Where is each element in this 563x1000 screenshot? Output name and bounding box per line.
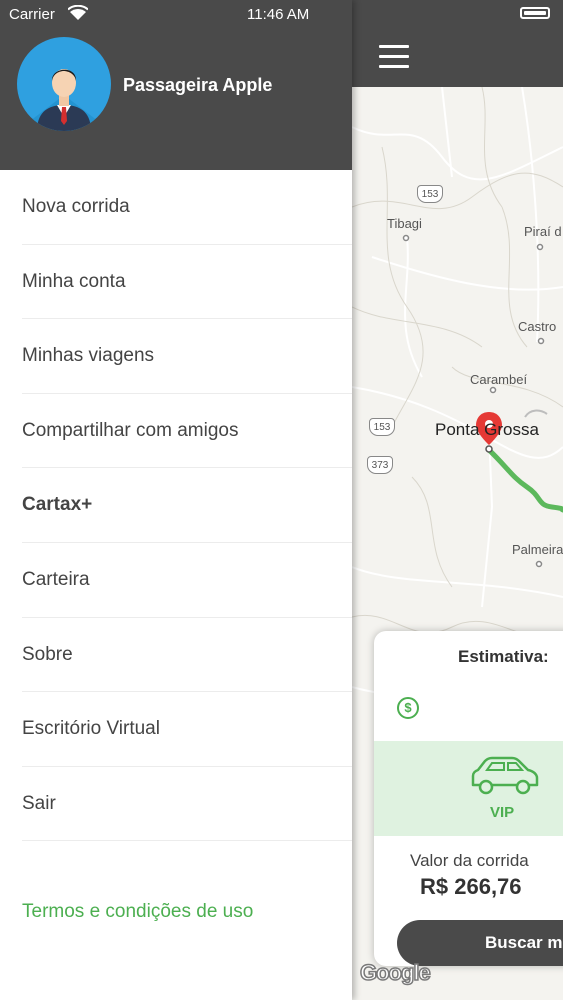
highway-shield-153: 153: [417, 185, 443, 203]
menu-item-escritorio-virtual[interactable]: Escritório Virtual: [0, 692, 352, 767]
menu-item-cartax-plus[interactable]: Cartax+: [0, 468, 352, 543]
place-ponta-grossa: Ponta Grossa: [435, 420, 539, 439]
drawer-menu: Nova corrida Minha conta Minhas viagens …: [0, 170, 352, 841]
user-avatar-icon: [17, 69, 111, 131]
avatar[interactable]: [17, 37, 111, 131]
menu-item-minha-conta[interactable]: Minha conta: [0, 245, 352, 320]
menu-item-minhas-viagens[interactable]: Minhas viagens: [0, 319, 352, 394]
place-pirai: Piraí d: [524, 224, 562, 239]
menu-item-label: Minhas viagens: [22, 345, 155, 367]
menu-item-label: Compartilhar com amigos: [22, 419, 239, 441]
menu-item-label: Sobre: [22, 643, 73, 665]
vehicle-option-vip[interactable]: VIP: [374, 741, 563, 836]
menu-item-nova-corrida[interactable]: Nova corrida: [0, 170, 352, 245]
status-time: 11:46 AM: [247, 6, 310, 23]
place-castro: Castro: [518, 319, 557, 334]
drawer-header: Carrier 11:46 AM Passageira Apple: [0, 0, 352, 170]
side-drawer: Carrier 11:46 AM Passageira Apple Nova c…: [0, 0, 352, 1000]
user-name: Passageira Apple: [123, 75, 273, 95]
hamburger-menu-icon[interactable]: [379, 45, 409, 69]
battery-icon: [520, 7, 550, 19]
place-palmeira: Palmeira: [512, 542, 563, 557]
menu-item-label: Cartax+: [22, 494, 93, 516]
wifi-icon: [68, 5, 88, 20]
menu-item-compartilhar[interactable]: Compartilhar com amigos: [0, 394, 352, 469]
menu-item-label: Minha conta: [22, 270, 126, 292]
menu-item-sair[interactable]: Sair: [0, 767, 352, 842]
highway-shield-153: 153: [369, 418, 395, 436]
map-screen: Tibagi Piraí d Castro Carambeí Ponta Gro…: [352, 0, 563, 1000]
menu-item-label: Nova corrida: [22, 196, 130, 217]
car-icon: [471, 756, 539, 795]
estimate-card: Estimativa: $ VIP Valor da corrida R$ 26…: [374, 631, 563, 966]
menu-item-label: Escritório Virtual: [22, 718, 160, 740]
fare-value: R$ 266,76: [420, 874, 522, 899]
route-line: [486, 447, 563, 513]
place-tibagi: Tibagi: [387, 216, 422, 231]
menu-item-label: Carteira: [22, 568, 90, 590]
place-carambei: Carambeí: [470, 372, 528, 387]
vehicle-label: VIP: [490, 804, 515, 821]
highway-shield-373: 373: [367, 456, 393, 474]
menu-item-label: Sair: [22, 792, 56, 814]
menu-item-carteira[interactable]: Carteira: [0, 543, 352, 618]
terms-link[interactable]: Termos e condições de uso: [22, 901, 253, 923]
google-logo: Google: [359, 959, 431, 986]
map-top-bar: [352, 0, 563, 87]
carrier-label: Carrier: [9, 6, 55, 23]
estimate-title: Estimativa:: [458, 647, 549, 666]
fare-label: Valor da corrida: [410, 851, 529, 870]
money-icon: $: [397, 697, 419, 719]
menu-item-sobre[interactable]: Sobre: [0, 618, 352, 693]
